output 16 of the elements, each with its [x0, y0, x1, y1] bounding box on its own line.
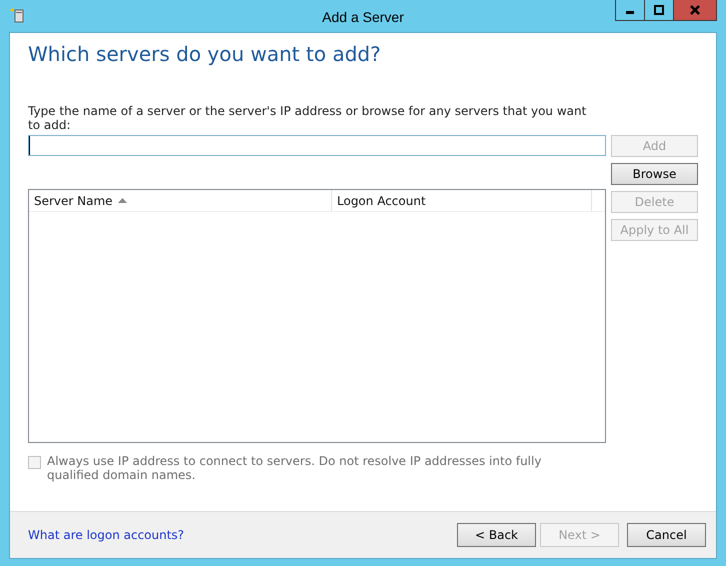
close-icon — [690, 5, 700, 15]
dialog-button[interactable]: Cancel — [627, 523, 706, 547]
help-link[interactable]: What are logon accounts? — [28, 528, 184, 542]
minimize-button[interactable] — [615, 0, 645, 21]
close-button[interactable] — [673, 0, 717, 21]
window-title: Add a Server — [322, 8, 404, 25]
server-icon — [10, 7, 26, 23]
instruction-text: Type the name of a server or the server's IP address or browse for any servers that you want to add: — [28, 104, 588, 132]
maximize-icon — [654, 5, 664, 15]
column-header[interactable]: Logon Account — [332, 190, 592, 211]
page-heading: Which servers do you want to add? — [28, 42, 382, 66]
column-header[interactable]: Server Name — [29, 190, 332, 211]
server-name-field[interactable] — [28, 135, 606, 156]
dialog-button[interactable]: < Back — [457, 523, 536, 547]
side-button[interactable]: Browse — [611, 163, 698, 185]
checkbox-label: Always use IP address to connect to servers. Do not resolve IP addresses into fully qualified domain names. — [47, 454, 542, 482]
